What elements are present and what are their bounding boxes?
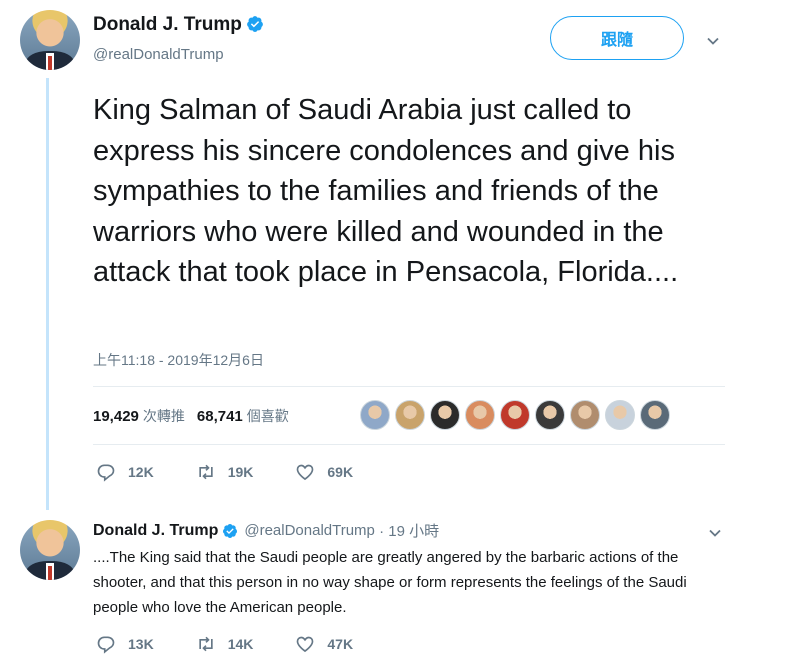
display-name[interactable]: Donald J. Trump bbox=[93, 14, 242, 35]
liker-avatar[interactable] bbox=[535, 400, 565, 430]
reply-button[interactable]: 13K bbox=[96, 634, 154, 654]
retweet-icon bbox=[199, 464, 213, 480]
liker-avatars bbox=[360, 400, 670, 430]
reply-time[interactable]: · 19 小時 bbox=[379, 520, 439, 541]
liker-avatar[interactable] bbox=[570, 400, 600, 430]
reply-icon bbox=[97, 464, 115, 482]
liker-avatar[interactable] bbox=[430, 400, 460, 430]
verified-badge-icon bbox=[223, 523, 238, 538]
liker-avatar[interactable] bbox=[465, 400, 495, 430]
like-button[interactable]: 69K bbox=[295, 462, 353, 482]
heart-icon bbox=[297, 464, 314, 481]
tweet-actions: 12K 19K 69K bbox=[96, 462, 395, 482]
liker-avatar[interactable] bbox=[640, 400, 670, 430]
thread-line bbox=[46, 78, 49, 510]
tweet-stats: 19,429 次轉推 68,741 個喜歡 bbox=[93, 406, 289, 426]
retweet-count: 14K bbox=[227, 636, 254, 652]
liker-avatar[interactable] bbox=[605, 400, 635, 430]
reply-actions: 13K 14K 47K bbox=[96, 634, 395, 654]
display-name[interactable]: Donald J. Trump bbox=[93, 522, 218, 540]
like-stat[interactable]: 68,741 個喜歡 bbox=[197, 406, 289, 426]
avatar[interactable] bbox=[20, 520, 80, 580]
retweet-button[interactable]: 19K bbox=[196, 462, 254, 482]
divider bbox=[93, 386, 725, 387]
reply-button[interactable]: 12K bbox=[96, 462, 154, 482]
retweet-count: 19K bbox=[227, 464, 254, 480]
avatar[interactable] bbox=[20, 10, 80, 70]
author-name[interactable]: Donald J. Trump bbox=[93, 14, 264, 36]
chevron-down-icon[interactable] bbox=[708, 526, 722, 540]
chevron-down-icon[interactable] bbox=[706, 34, 720, 48]
verified-badge-icon bbox=[246, 16, 263, 32]
author-handle[interactable]: @realDonaldTrump bbox=[244, 522, 375, 539]
heart-icon bbox=[297, 636, 314, 653]
liker-avatar[interactable] bbox=[395, 400, 425, 430]
follow-button[interactable]: 跟隨 bbox=[550, 16, 684, 60]
like-count: 69K bbox=[327, 464, 354, 480]
like-count: 47K bbox=[327, 636, 354, 652]
liker-avatar[interactable] bbox=[500, 400, 530, 430]
reply-count: 12K bbox=[128, 464, 154, 480]
retweet-icon bbox=[199, 636, 213, 652]
divider bbox=[93, 444, 725, 445]
like-button[interactable]: 47K bbox=[295, 634, 353, 654]
reply-header: Donald J. Trump @realDonaldTrump · 19 小時 bbox=[93, 520, 439, 541]
reply-count: 13K bbox=[128, 636, 154, 652]
reply-text: ....The King said that the Saudi people … bbox=[93, 549, 687, 616]
liker-avatar[interactable] bbox=[360, 400, 390, 430]
retweet-button[interactable]: 14K bbox=[196, 634, 254, 654]
author-handle[interactable]: @realDonaldTrump bbox=[93, 46, 224, 63]
tweet-text: King Salman of Saudi Arabia just called … bbox=[93, 94, 679, 288]
reply-icon bbox=[97, 636, 115, 654]
retweet-stat[interactable]: 19,429 次轉推 bbox=[93, 406, 185, 426]
tweet-timestamp[interactable]: 上午11:18 - 2019年12月6日 bbox=[93, 350, 264, 370]
